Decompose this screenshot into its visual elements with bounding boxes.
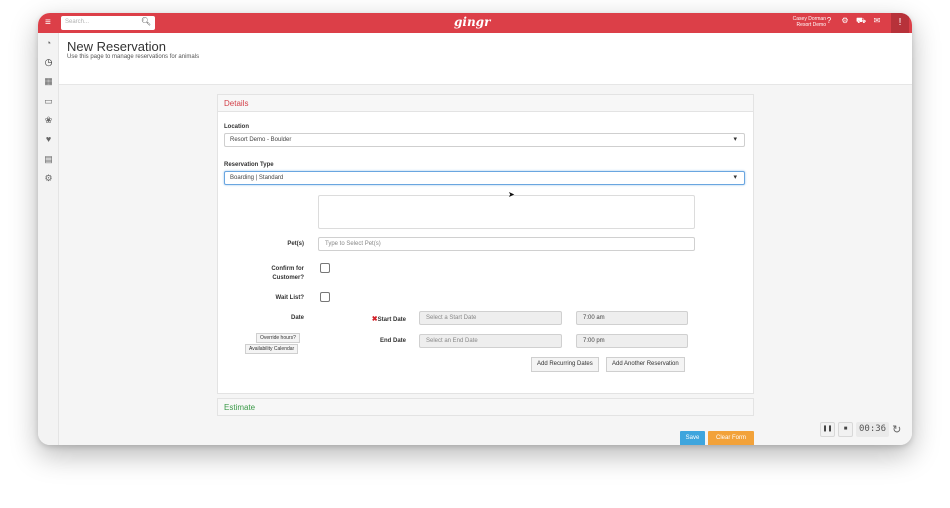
start-date-label: ✖Start Date <box>371 316 406 323</box>
search-icon[interactable]: 🔍︎ <box>141 17 151 26</box>
top-bar: ≡ Search... 🔍︎ gingr Casey Dorman Resort… <box>38 13 912 33</box>
app-window: ≡ Search... 🔍︎ gingr Casey Dorman Resort… <box>38 13 912 445</box>
add-recurring-dates-button[interactable]: Add Recurring Dates <box>531 357 599 372</box>
confirm-checkbox[interactable] <box>320 263 330 273</box>
heart-icon[interactable]: ♥ <box>38 131 59 147</box>
reservation-type-label: Reservation Type <box>224 162 274 168</box>
pet-preview-area <box>318 195 695 229</box>
clock-icon[interactable]: ◷ <box>38 54 59 70</box>
search-input[interactable]: Search... 🔍︎ <box>61 16 155 30</box>
page-title: New Reservation <box>67 39 166 54</box>
user-org: Resort Demo <box>796 22 826 28</box>
top-icons: ? ⚙ ⛟ ✉ <box>824 16 882 26</box>
help-icon[interactable]: ? <box>824 16 834 26</box>
pause-icon[interactable]: ❚❚ <box>820 421 835 437</box>
settings-icon[interactable]: ⚙ <box>840 16 850 26</box>
calendar-icon[interactable]: ▦ <box>38 73 59 89</box>
timer-display: 00:36 <box>856 421 890 437</box>
override-hours-button[interactable]: Override hours? <box>256 333 300 343</box>
chat-icon[interactable]: ✉ <box>872 16 882 26</box>
end-date-label: End Date <box>379 338 406 344</box>
refresh-icon[interactable]: ↻ <box>892 423 901 436</box>
location-select[interactable]: Resort Demo - Boulder ▾ <box>224 133 745 147</box>
page-subtitle: Use this page to manage reservations for… <box>67 54 200 60</box>
pets-input[interactable]: Type to Select Pet(s) <box>318 237 695 251</box>
start-date-input[interactable]: Select a Start Date <box>419 311 562 325</box>
caret-down-icon: ▾ <box>733 174 737 181</box>
save-button[interactable]: Save <box>680 431 705 445</box>
location-label: Location <box>224 124 249 130</box>
user-info[interactable]: Casey Dorman Resort Demo <box>766 16 826 28</box>
clear-form-button[interactable]: Clear Form <box>708 431 754 445</box>
reservation-type-value: Boarding | Standard <box>230 175 284 181</box>
details-panel: Details Location Resort Demo - Boulder ▾… <box>217 94 754 394</box>
main-content: Details Location Resort Demo - Boulder ▾… <box>59 85 912 445</box>
notification-icon[interactable]: ! <box>891 13 909 33</box>
confirm-label-line2: Customer? <box>272 275 304 281</box>
paw-icon[interactable]: ❀ <box>38 112 59 128</box>
logo[interactable]: gingr <box>454 15 490 29</box>
search-placeholder: Search... <box>65 19 90 25</box>
pets-label: Pet(s) <box>287 241 304 247</box>
gears-icon[interactable]: ⚙ <box>38 170 59 186</box>
availability-calendar-button[interactable]: Availability Calendar <box>245 344 299 354</box>
waitlist-checkbox[interactable] <box>320 292 330 302</box>
sidebar: ◔ ◷ ▦ ▭ ❀ ♥ ▤ ⚙ <box>38 33 59 445</box>
end-time-input[interactable]: 7:00 pm <box>576 334 688 348</box>
mouse-cursor-icon: ➤ <box>508 190 515 199</box>
confirm-label-line1: Confirm for <box>271 266 304 272</box>
hamburger-icon[interactable]: ≡ <box>45 17 53 29</box>
card-icon[interactable]: ▭ <box>38 93 59 109</box>
reservation-type-select[interactable]: Boarding | Standard ▾ <box>224 171 745 185</box>
add-another-reservation-button[interactable]: Add Another Reservation <box>606 357 685 372</box>
stop-icon[interactable]: ■ <box>838 421 853 437</box>
caret-down-icon: ▾ <box>733 136 737 143</box>
start-time-input[interactable]: 7:00 am <box>576 311 688 325</box>
location-value: Resort Demo - Boulder <box>230 137 292 143</box>
page-header: New Reservation Use this page to manage … <box>59 33 912 85</box>
details-heading[interactable]: Details <box>218 95 753 112</box>
dashboard-icon[interactable]: ◔ <box>38 35 59 51</box>
waitlist-label: Wait List? <box>275 295 304 301</box>
end-date-input[interactable]: Select an End Date <box>419 334 562 348</box>
book-icon[interactable]: ▤ <box>38 151 59 167</box>
date-label: Date <box>290 315 304 321</box>
recording-timer: ❚❚ ■ 00:36 ↻ <box>820 420 902 438</box>
cart-icon[interactable]: ⛟ <box>856 16 866 26</box>
estimate-heading[interactable]: Estimate <box>217 398 754 416</box>
